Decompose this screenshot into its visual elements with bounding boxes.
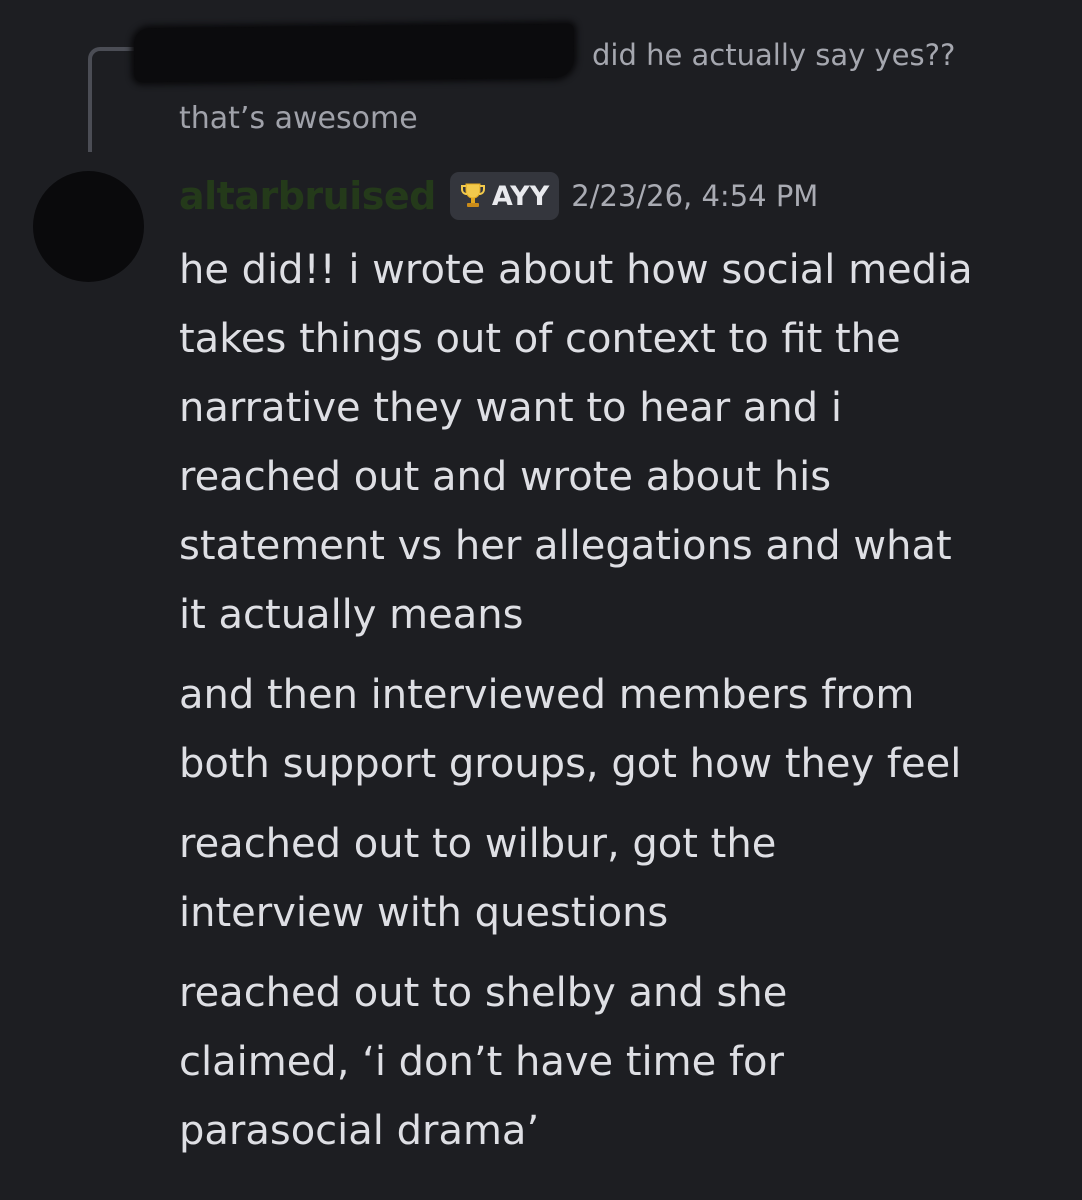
message-header: altarbruised AYY 2/23/26, 4:54 PM [179, 168, 818, 224]
role-badge[interactable]: AYY [449, 172, 560, 220]
message-paragraph: and then interviewed members from both s… [179, 672, 962, 787]
trophy-icon [460, 183, 485, 207]
avatar[interactable] [33, 171, 144, 282]
reply-connector-line [88, 47, 140, 152]
message-body: he did!! i wrote about how social media … [179, 236, 1069, 1177]
username[interactable]: altarbruised [179, 174, 436, 218]
message-paragraph: he did!! i wrote about how social media … [179, 247, 973, 638]
role-badge-label: AYY [491, 180, 550, 212]
reply-preview-text[interactable]: did he actually say yes?? [592, 38, 955, 72]
message-paragraph: reached out to wilbur, got the interview… [179, 821, 777, 936]
message-paragraph: reached out to shelby and she claimed, ‘… [179, 970, 788, 1154]
timestamp[interactable]: 2/23/26, 4:54 PM [571, 179, 818, 213]
previous-message-text: that’s awesome [179, 101, 418, 136]
redacted-username [133, 23, 575, 83]
